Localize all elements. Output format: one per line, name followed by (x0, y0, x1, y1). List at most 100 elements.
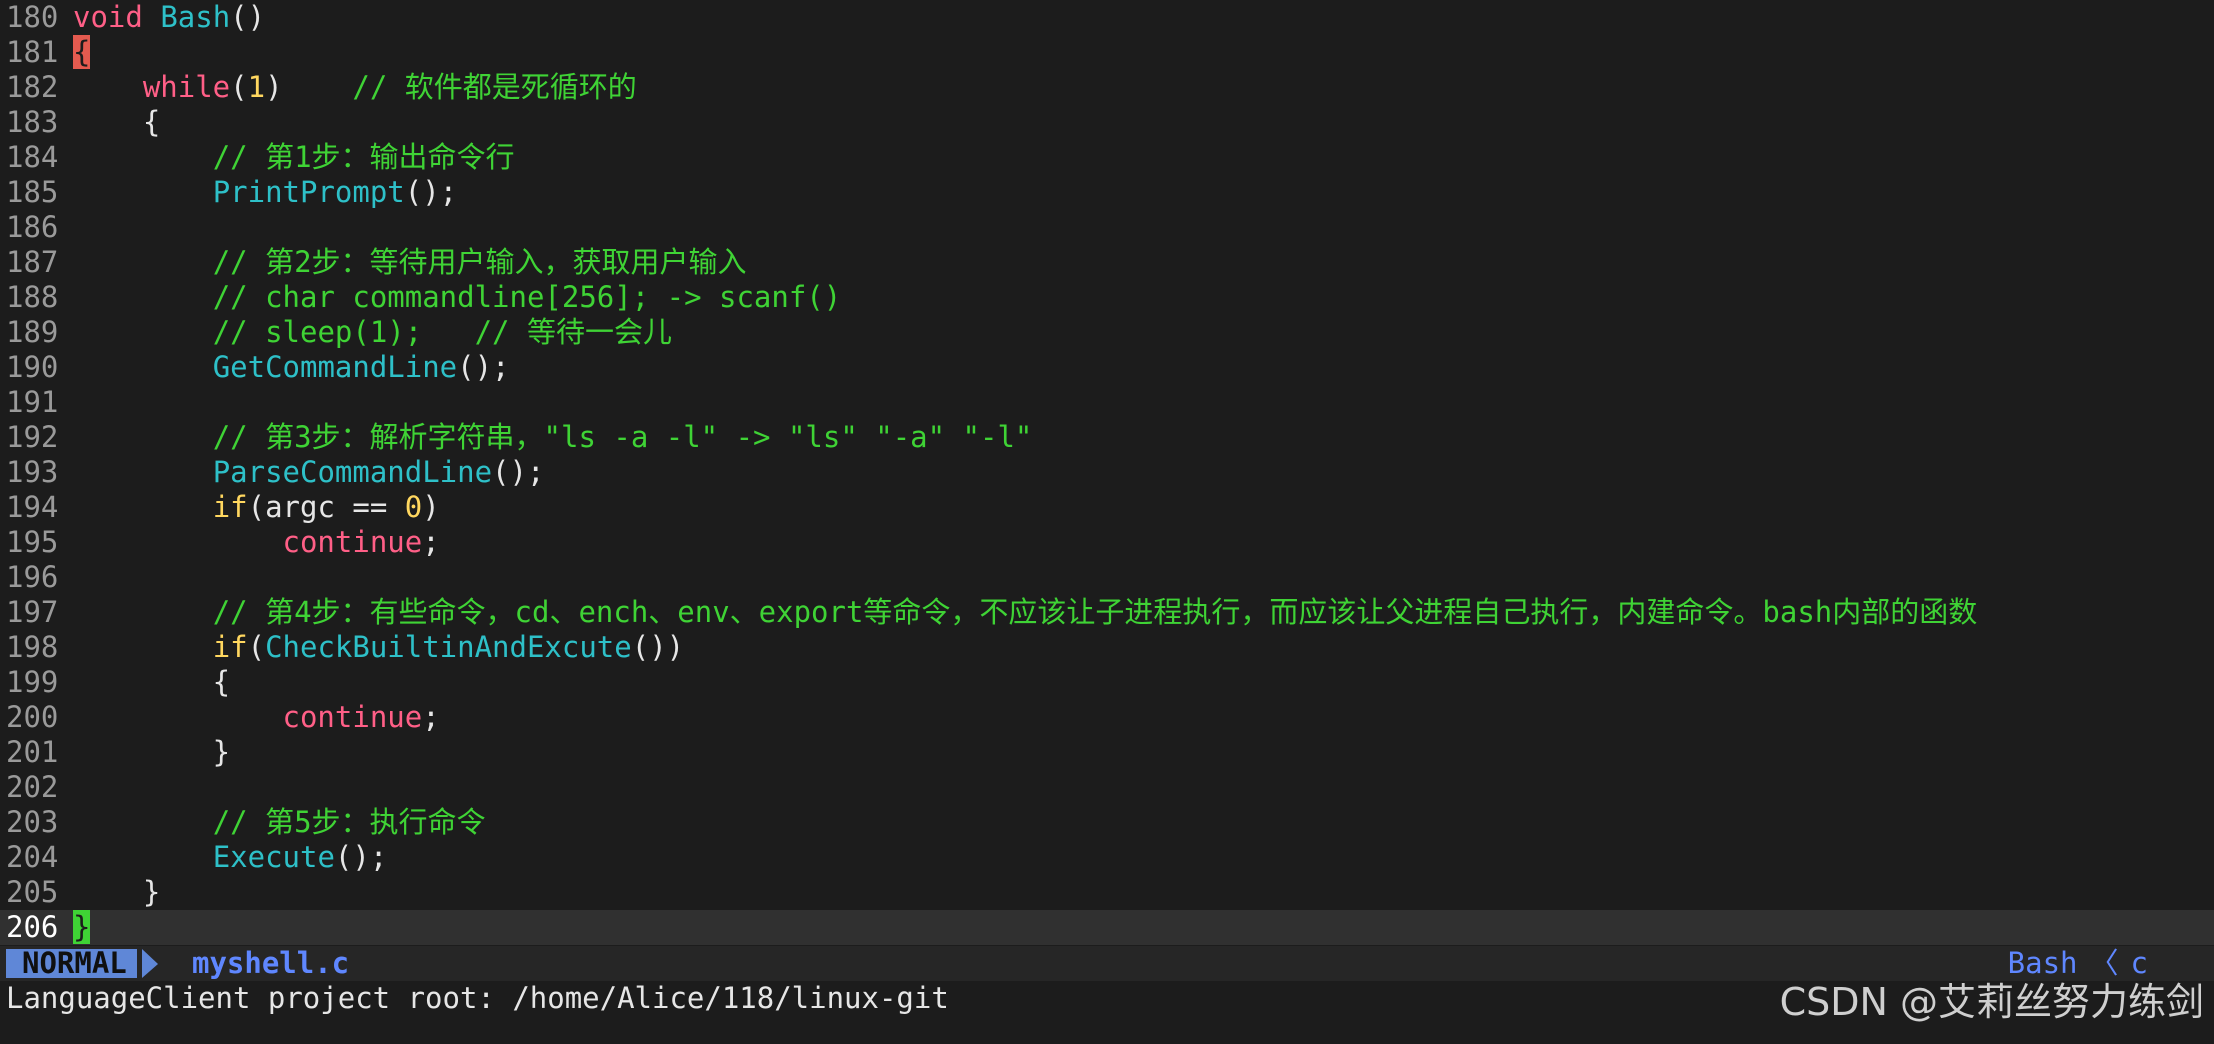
code-line[interactable]: 192 // 第3步：解析字符串，"ls -a -l" -> "ls" "-a"… (0, 420, 2214, 455)
line-code: // 第2步：等待用户输入，获取用户输入 (73, 245, 747, 280)
line-code: // sleep(1); // 等待一会儿 (73, 315, 672, 350)
code-token: ) (265, 70, 353, 104)
code-line[interactable]: 181 { (0, 35, 2214, 70)
code-token: Execute (212, 840, 335, 874)
code-line[interactable]: 205 } (0, 875, 2214, 910)
code-line[interactable]: 202 (0, 770, 2214, 805)
code-line[interactable]: 186 (0, 210, 2214, 245)
code-line[interactable]: 206} (0, 910, 2214, 945)
code-line[interactable]: 195 continue; (0, 525, 2214, 560)
code-line[interactable]: 196 (0, 560, 2214, 595)
code-token: if (212, 630, 248, 664)
line-number: 188 (6, 280, 59, 314)
line-code: } (73, 875, 160, 910)
code-line[interactable]: 199 { (0, 665, 2214, 700)
command-line[interactable]: LanguageClient project root: /home/Alice… (6, 981, 949, 1016)
code-token: ) (422, 490, 440, 524)
code-token: continue (282, 700, 423, 734)
line-number: 203 (6, 805, 59, 839)
code-token: // 第3步：解析字符串，"ls -a -l" -> "ls" "-a" "-l… (212, 420, 1033, 454)
line-code: { (73, 35, 91, 70)
line-number: 182 (6, 70, 59, 104)
line-number: 205 (6, 875, 59, 909)
line-number: 201 (6, 735, 59, 769)
code-line[interactable]: 193 ParseCommandLine(); (0, 455, 2214, 490)
code-token: } (73, 910, 91, 944)
code-token: 1 (247, 70, 266, 104)
code-line[interactable]: 187 // 第2步：等待用户输入，获取用户输入 (0, 245, 2214, 280)
line-code: ParseCommandLine(); (73, 455, 545, 490)
line-number: 190 (6, 350, 59, 384)
code-line[interactable]: 201 } (0, 735, 2214, 770)
code-token: GetCommandLine (212, 350, 458, 384)
line-code: GetCommandLine(); (73, 350, 510, 385)
code-line[interactable]: 184 // 第1步：输出命令行 (0, 140, 2214, 175)
code-token: (); (404, 175, 458, 209)
code-line[interactable]: 204 Execute(); (0, 840, 2214, 875)
code-token: // 第5步：执行命令 (212, 805, 486, 839)
code-line[interactable]: 200 continue; (0, 700, 2214, 735)
code-line[interactable]: 203 // 第5步：执行命令 (0, 805, 2214, 840)
line-number: 200 (6, 700, 59, 734)
line-number: 186 (6, 210, 59, 244)
code-line[interactable]: 189 // sleep(1); // 等待一会儿 (0, 315, 2214, 350)
file-name: myshell.c (192, 946, 350, 980)
code-token: PrintPrompt (212, 175, 405, 209)
code-editor[interactable]: 180 void Bash() 181{182 while(1) // 软件都是死循… (0, 0, 2214, 945)
line-number: 180 (6, 0, 59, 34)
code-line[interactable]: 182 while(1) // 软件都是死循环的 (0, 70, 2214, 105)
line-number: 187 (6, 245, 59, 279)
code-token: if (212, 490, 248, 524)
line-code: } (73, 910, 91, 945)
line-code: if(CheckBuiltinAndExcute()) (73, 630, 684, 665)
code-token: (); (492, 455, 545, 489)
code-token: ( (247, 630, 266, 664)
line-code: } (73, 735, 230, 770)
line-code: // 第3步：解析字符串，"ls -a -l" -> "ls" "-a" "-l… (73, 420, 1033, 455)
line-number: 197 (6, 595, 59, 629)
code-token: { (73, 105, 161, 139)
code-token: // char commandline[256]; -> scanf() (212, 280, 842, 314)
line-code: void Bash() (73, 0, 265, 35)
line-number: 194 (6, 490, 59, 524)
code-line[interactable]: 180 void Bash() (0, 0, 2214, 35)
code-line[interactable]: 198 if(CheckBuiltinAndExcute()) (0, 630, 2214, 665)
code-line[interactable]: 185 PrintPrompt(); (0, 175, 2214, 210)
code-token: // 第4步：有些命令，cd、ench、env、export等命令，不应该让子进… (212, 595, 1978, 629)
code-token: ; (422, 700, 440, 734)
line-number: 185 (6, 175, 59, 209)
code-line[interactable]: 183 { (0, 105, 2214, 140)
line-number: 189 (6, 315, 59, 349)
code-line[interactable]: 191 (0, 385, 2214, 420)
line-number: 191 (6, 385, 59, 419)
code-token: ()) (631, 630, 685, 664)
code-token: () (230, 0, 266, 34)
code-line[interactable]: 190 GetCommandLine(); (0, 350, 2214, 385)
mode-arrow-icon (142, 949, 158, 978)
code-token: // 第2步：等待用户输入，获取用户输入 (212, 245, 747, 279)
line-number: 193 (6, 455, 59, 489)
code-token: (argc == (247, 490, 405, 524)
line-code: // char commandline[256]; -> scanf() (73, 280, 842, 315)
code-token: CheckBuiltinAndExcute (265, 630, 632, 664)
code-line[interactable]: 188 // char commandline[256]; -> scanf() (0, 280, 2214, 315)
status-right: Bash 〈 c (2008, 946, 2148, 981)
code-token: { (73, 665, 231, 699)
code-token: ParseCommandLine (212, 455, 493, 489)
line-number: 202 (6, 770, 59, 804)
code-token: (); (457, 350, 510, 384)
line-code: while(1) // 软件都是死循环的 (73, 70, 637, 105)
status-line: NORMAL myshell.c Bash 〈 c (0, 946, 2214, 981)
code-line[interactable]: 194 if(argc == 0) (0, 490, 2214, 525)
line-number: 184 (6, 140, 59, 174)
code-line[interactable]: 197 // 第4步：有些命令，cd、ench、env、export等命令，不应… (0, 595, 2214, 630)
line-code: // 第1步：输出命令行 (73, 140, 515, 175)
code-token: } (73, 875, 161, 909)
